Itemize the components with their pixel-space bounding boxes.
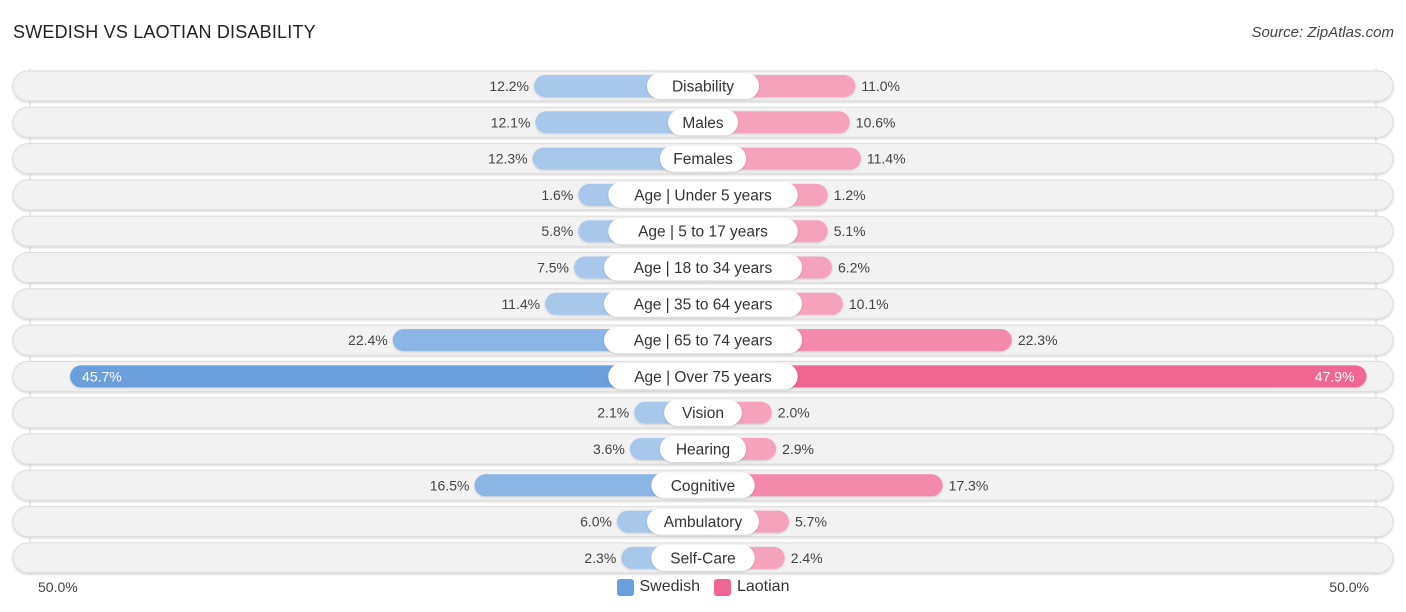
value-label-laotian: 2.0%	[778, 405, 810, 421]
row-self-care: 2.3% 2.4% Self-Care	[12, 542, 1394, 574]
row-disability: 12.2% 11.0% Disability	[12, 70, 1394, 102]
row-females: 12.3% 11.4% Females	[12, 143, 1394, 175]
value-label-swedish: 45.7%	[82, 368, 122, 384]
legend-item-swedish[interactable]: Swedish	[616, 578, 700, 596]
value-label-swedish: 5.8%	[541, 223, 573, 239]
row-age-18-to-34-years: 7.5% 6.2% Age | 18 to 34 years	[12, 252, 1394, 283]
category-label: Vision	[682, 405, 724, 422]
legend-label-laotian: Laotian	[736, 578, 790, 595]
value-label-swedish: 22.4%	[348, 332, 388, 348]
value-label-laotian: 11.4%	[867, 151, 906, 167]
legend-swatch-laotian	[713, 578, 731, 596]
value-label-swedish: 7.5%	[537, 260, 569, 276]
row-age-65-to-74-years: 22.4% 22.3% Age | 65 to 74 years	[12, 324, 1394, 356]
value-label-swedish: 6.0%	[580, 514, 612, 530]
value-label-swedish: 3.6%	[593, 441, 625, 457]
row-cognitive: 16.5% 17.3% Cognitive	[12, 469, 1394, 501]
diverging-bar-chart: 12.2% 11.0% Disability 12.1% 10.6% Males 12.3%…	[12, 68, 1394, 575]
category-label: Age | 35 to 64 years	[634, 296, 773, 313]
category-label: Age | 18 to 34 years	[634, 260, 773, 277]
value-label-laotian: 17.3%	[949, 477, 989, 493]
value-label-laotian: 1.2%	[834, 187, 866, 203]
category-label: Self-Care	[670, 550, 735, 567]
category-label: Age | Under 5 years	[634, 187, 772, 204]
category-label: Age | 5 to 17 years	[638, 224, 768, 241]
row-age-5-to-17-years: 5.8% 5.1% Age | 5 to 17 years	[12, 215, 1394, 247]
value-label-swedish: 12.2%	[489, 78, 529, 94]
value-label-laotian: 5.1%	[834, 223, 866, 239]
value-label-swedish: 2.3%	[584, 550, 616, 566]
row-vision: 2.1% 2.0% Vision	[12, 397, 1394, 429]
category-label: Cognitive	[671, 478, 736, 495]
category-label: Age | Over 75 years	[634, 369, 772, 386]
row-hearing: 3.6% 2.9% Hearing	[12, 433, 1394, 465]
legend-swatch-swedish	[616, 578, 634, 596]
legend: Swedish Laotian	[0, 578, 1406, 596]
value-label-laotian: 47.9%	[1315, 368, 1355, 384]
legend-item-laotian[interactable]: Laotian	[713, 578, 790, 596]
row-males: 12.1% 10.6% Males	[12, 106, 1394, 138]
value-label-laotian: 5.7%	[795, 514, 827, 530]
value-label-swedish: 11.4%	[501, 296, 540, 312]
category-label: Hearing	[676, 442, 730, 459]
category-label: Females	[673, 151, 733, 168]
value-label-laotian: 10.6%	[856, 114, 896, 130]
value-label-swedish: 16.5%	[430, 477, 470, 493]
category-label: Males	[682, 115, 724, 132]
value-label-laotian: 11.0%	[861, 78, 900, 94]
row-age-under-5-years: 1.6% 1.2% Age | Under 5 years	[12, 179, 1394, 211]
row-age-over-75-years: 45.7% 47.9% Age | Over 75 years	[12, 360, 1394, 392]
value-label-laotian: 2.4%	[791, 550, 823, 566]
value-label-swedish: 12.1%	[491, 114, 531, 130]
value-label-swedish: 1.6%	[541, 187, 573, 203]
value-label-laotian: 22.3%	[1018, 332, 1058, 348]
row-age-35-to-64-years: 11.4% 10.1% Age | 35 to 64 years	[12, 288, 1394, 320]
value-label-laotian: 6.2%	[838, 260, 870, 276]
category-label: Age | 65 to 74 years	[634, 333, 773, 350]
value-label-laotian: 10.1%	[849, 296, 889, 312]
value-label-laotian: 2.9%	[782, 441, 814, 457]
row-ambulatory: 6.0% 5.7% Ambulatory	[12, 506, 1394, 538]
value-label-swedish: 2.1%	[597, 405, 629, 421]
legend-label-swedish: Swedish	[639, 578, 700, 595]
value-label-swedish: 12.3%	[488, 151, 528, 167]
category-label: Ambulatory	[664, 514, 743, 531]
category-label: Disability	[672, 79, 734, 96]
